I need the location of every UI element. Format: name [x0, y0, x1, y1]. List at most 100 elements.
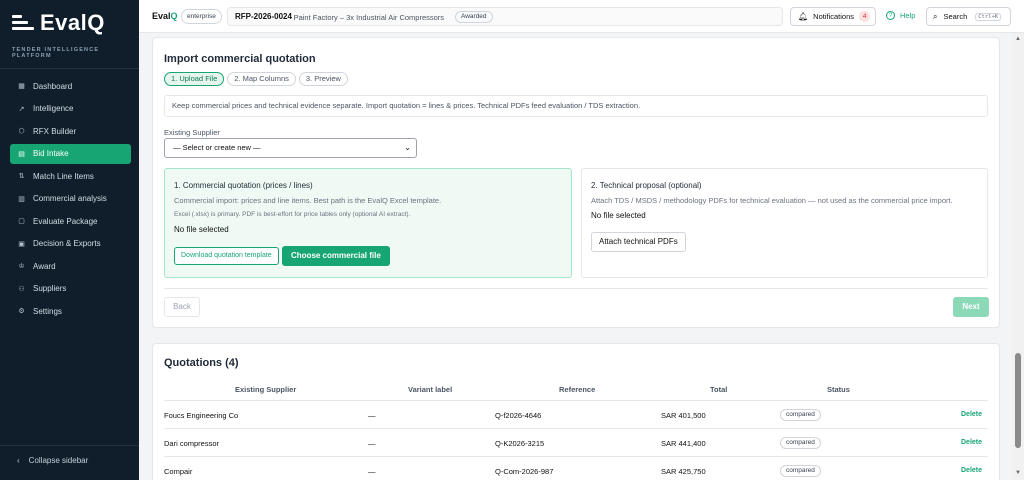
- sidebar-item-match-line-items[interactable]: ⇅ Match Line Items: [10, 166, 131, 186]
- supplier-select-value: — Select or create new —: [173, 143, 261, 152]
- sidebar-item-evaluate-package[interactable]: ▢ Evaluate Package: [10, 211, 131, 231]
- main-content: Import commercial quotation 1. Upload Fi…: [139, 33, 1010, 480]
- commercial-panel-description: Commercial import: prices and line items…: [174, 196, 442, 205]
- supplier-label: Existing Supplier: [164, 128, 220, 137]
- technical-panel-description: Attach TDS / MSDS / methodology PDFs for…: [591, 196, 953, 205]
- sidebar-item-decision-exports[interactable]: ▣ Decision & Exports: [10, 234, 131, 254]
- sidebar-item-label: Suppliers: [33, 284, 67, 293]
- notifications-count-badge: 4: [859, 11, 871, 22]
- dashboard-icon: ▦: [18, 83, 25, 90]
- table-row: Dari compressor — Q-K2026-3215 SAR 441,4…: [164, 428, 988, 456]
- search-button[interactable]: ⌕ Search Ctrl+K: [926, 7, 1011, 26]
- delete-button[interactable]: Delete: [961, 411, 982, 418]
- sidebar-item-award[interactable]: ♔ Award: [10, 256, 131, 276]
- bar-chart-icon: ▥: [18, 195, 25, 203]
- notifications-label: Notifications: [813, 12, 855, 21]
- table-row: Foucs Engineering Co — Q-f2026-4646 SAR …: [164, 400, 988, 428]
- help-button[interactable]: ? Help: [886, 11, 915, 20]
- import-stepper: 1. Upload File 2. Map Columns 3. Preview: [164, 72, 351, 86]
- sidebar-item-bid-intake[interactable]: ▤ Bid Intake: [10, 143, 131, 164]
- cell-variant: —: [368, 467, 376, 476]
- status-badge: compared: [780, 437, 821, 449]
- logo-tagline: TENDER INTELLIGENCE PLATFORM: [12, 47, 100, 59]
- delete-button[interactable]: Delete: [961, 439, 982, 446]
- cell-supplier: Compair: [164, 467, 193, 476]
- swap-arrows-icon: ⇅: [18, 173, 25, 180]
- status-badge: compared: [780, 465, 821, 477]
- cell-supplier: Dari compressor: [164, 439, 220, 448]
- column-header-total: Total: [710, 385, 728, 394]
- column-header-supplier: Existing Supplier: [235, 385, 297, 394]
- trend-chart-icon: ↗: [18, 105, 25, 113]
- sidebar-item-suppliers[interactable]: ⚇ Suppliers: [10, 279, 131, 299]
- technical-file-status: No file selected: [591, 211, 646, 220]
- back-button[interactable]: Back: [164, 297, 200, 317]
- next-button[interactable]: Next: [953, 297, 989, 317]
- chevron-left-icon: ‹: [17, 456, 20, 465]
- technical-panel-title: 2. Technical proposal (optional): [591, 181, 702, 190]
- logo-text: EvalQ: [40, 10, 105, 35]
- sidebar: EvalQ TENDER INTELLIGENCE PLATFORM ▦ Dash…: [0, 0, 139, 480]
- quotations-table-header: Existing Supplier Variant label Referenc…: [153, 385, 1001, 399]
- sidebar-item-label: Intelligence: [33, 104, 74, 113]
- choose-commercial-file-button[interactable]: Choose commercial file: [282, 246, 390, 266]
- sidebar-nav: ▦ Dashboard ↗ Intelligence ⬡ RFX Builder ▤ B…: [10, 76, 131, 324]
- collapse-sidebar-label: Collapse sidebar: [28, 456, 89, 465]
- sidebar-item-intelligence[interactable]: ↗ Intelligence: [10, 99, 131, 119]
- sidebar-item-dashboard[interactable]: ▦ Dashboard: [10, 76, 131, 96]
- column-header-status: Status: [827, 385, 850, 394]
- step-preview[interactable]: 3. Preview: [298, 72, 348, 86]
- search-shortcut-hint: Ctrl+K: [975, 12, 1002, 21]
- sidebar-item-settings[interactable]: ⚙ Settings: [10, 301, 131, 321]
- bell-icon: 🔔︎: [798, 12, 809, 21]
- import-quotation-card: Import commercial quotation 1. Upload Fi…: [152, 37, 1000, 328]
- step-map-columns[interactable]: 2. Map Columns: [227, 72, 296, 86]
- sidebar-item-label: Settings: [33, 306, 62, 316]
- environment-badge: enterprise: [181, 9, 222, 24]
- gear-icon: ⚙: [18, 308, 25, 315]
- chevron-down-icon: ⌄: [404, 143, 411, 152]
- users-icon: ⚇: [18, 285, 25, 293]
- rfp-id: RFP-2026-0024: [235, 12, 292, 21]
- attach-technical-pdfs-button[interactable]: Attach technical PDFs: [591, 232, 686, 252]
- rfp-context-selector[interactable]: RFP-2026-0024 · Paint Factory – 3x Indus…: [227, 7, 783, 26]
- topbar-brand: EvalQ: [152, 11, 178, 21]
- logo-mark-icon: [12, 12, 34, 34]
- collapse-sidebar-button[interactable]: ‹ Collapse sidebar: [17, 456, 88, 465]
- page-scrollbar[interactable]: ▲ ▼: [1012, 33, 1024, 480]
- cell-supplier: Foucs Engineering Co: [164, 411, 239, 420]
- commercial-panel-title: 1. Commercial quotation (prices / lines): [174, 181, 313, 190]
- commercial-file-status: No file selected: [174, 225, 229, 234]
- award-icon: ♔: [18, 263, 25, 270]
- download-template-button[interactable]: Download quotation template: [174, 247, 279, 265]
- cell-reference: Q-K2026-3215: [495, 439, 545, 448]
- commercial-quotation-panel: 1. Commercial quotation (prices / lines)…: [164, 168, 572, 278]
- topbar: EvalQ enterprise RFP-2026-0024 · Paint F…: [139, 0, 1024, 33]
- scroll-up-arrow-icon[interactable]: ▲: [1015, 36, 1021, 42]
- help-circle-icon: ?: [886, 11, 895, 20]
- scroll-down-arrow-icon[interactable]: ▼: [1015, 470, 1021, 476]
- cell-variant: —: [368, 439, 376, 448]
- delete-button[interactable]: Delete: [961, 467, 982, 474]
- sidebar-item-rfx-builder[interactable]: ⬡ RFX Builder: [10, 121, 131, 141]
- sidebar-item-label: RFX Builder: [33, 126, 77, 136]
- logo[interactable]: EvalQ: [12, 10, 105, 36]
- sidebar-item-label: Award: [33, 261, 56, 271]
- column-header-variant: Variant label: [408, 385, 453, 394]
- notifications-button[interactable]: 🔔︎ Notifications 4: [790, 7, 876, 26]
- status-badge: compared: [780, 409, 821, 421]
- search-icon: ⌕: [933, 11, 938, 21]
- cell-total: SAR 425,750: [661, 467, 706, 476]
- help-label: Help: [900, 11, 916, 20]
- sidebar-item-label: Evaluate Package: [33, 216, 98, 226]
- scrollbar-thumb[interactable]: [1015, 353, 1021, 448]
- import-info-banner: Keep commercial prices and technical evi…: [164, 95, 988, 117]
- technical-proposal-panel: 2. Technical proposal (optional) Attach …: [581, 168, 988, 278]
- supplier-select[interactable]: — Select or create new — ⌄: [164, 138, 417, 158]
- cell-total: SAR 401,500: [661, 411, 706, 420]
- sidebar-divider: [0, 68, 139, 69]
- sidebar-item-commercial-analysis[interactable]: ▥ Commercial analysis: [10, 189, 131, 209]
- step-upload-file[interactable]: 1. Upload File: [164, 72, 225, 86]
- table-row: Compair — Q-Com-2026-987 SAR 425,750 com…: [164, 456, 988, 480]
- search-label: Search: [943, 12, 968, 21]
